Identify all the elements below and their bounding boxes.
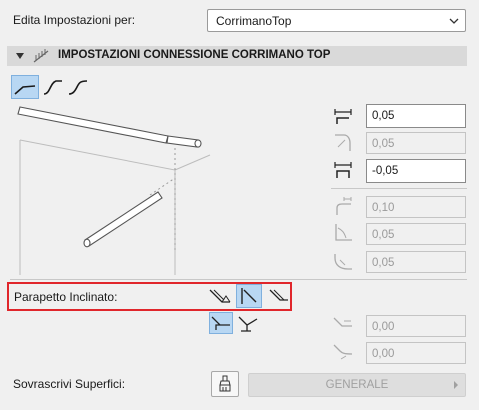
section-header[interactable]: IMPOSTAZIONI CONNESSIONE CORRIMANO TOP <box>7 46 467 66</box>
override-surfaces-label: Sovrascrivi Superfici: <box>13 377 126 391</box>
slope-offset-input[interactable]: 0,00 <box>366 315 466 337</box>
surface-brush-button[interactable] <box>211 371 239 397</box>
settings-target-select[interactable]: CorrimanoTop <box>207 9 466 32</box>
extension-icon <box>331 194 355 218</box>
surface-select[interactable]: GENERALE <box>248 373 466 397</box>
vertical-offset-icon <box>331 157 355 181</box>
fields-separator <box>331 188 467 189</box>
slope-radius-icon <box>331 340 355 364</box>
horizontal-offset-icon <box>331 103 355 127</box>
section-separator <box>10 279 467 280</box>
railing-icon <box>32 48 50 64</box>
connection-curve-button[interactable] <box>41 75 65 99</box>
surface-select-value: GENERALE <box>325 379 389 391</box>
inner-radius-icon <box>331 221 355 245</box>
collapse-triangle-icon[interactable] <box>15 51 25 61</box>
vertical-offset-input[interactable]: -0,05 <box>366 159 466 183</box>
settings-target-value: CorrimanoTop <box>216 14 292 28</box>
corner-radius-input[interactable]: 0,05 <box>366 132 466 154</box>
outer-radius-input[interactable]: 0,05 <box>366 251 466 273</box>
brush-icon <box>217 375 233 393</box>
edit-settings-label: Edita Impostazioni per: <box>13 13 136 27</box>
corner-radius-icon <box>331 130 355 154</box>
extension-input[interactable]: 0,10 <box>366 196 466 218</box>
slope-option-2-button[interactable] <box>236 284 262 308</box>
connection-straight-button[interactable] <box>11 75 39 99</box>
connection-scurve-button[interactable] <box>66 75 90 99</box>
section-title: IMPOSTAZIONI CONNESSIONE CORRIMANO TOP <box>58 49 331 61</box>
slope-offset-icon <box>331 313 355 337</box>
railing-preview <box>17 106 211 275</box>
slope-option-3-button[interactable] <box>265 285 291 307</box>
stair-option-1-button[interactable] <box>209 312 233 334</box>
stair-option-2-button[interactable] <box>236 312 260 334</box>
parapetto-label: Parapetto Inclinato: <box>14 290 118 304</box>
chevron-down-icon <box>448 15 460 27</box>
slope-option-1-button[interactable] <box>207 285 233 307</box>
horizontal-offset-input[interactable]: 0,05 <box>366 104 466 128</box>
slope-radius-input[interactable]: 0,00 <box>366 342 466 364</box>
inner-radius-input[interactable]: 0,05 <box>366 223 466 245</box>
chevron-right-icon <box>452 374 460 404</box>
outer-radius-icon <box>331 249 355 273</box>
